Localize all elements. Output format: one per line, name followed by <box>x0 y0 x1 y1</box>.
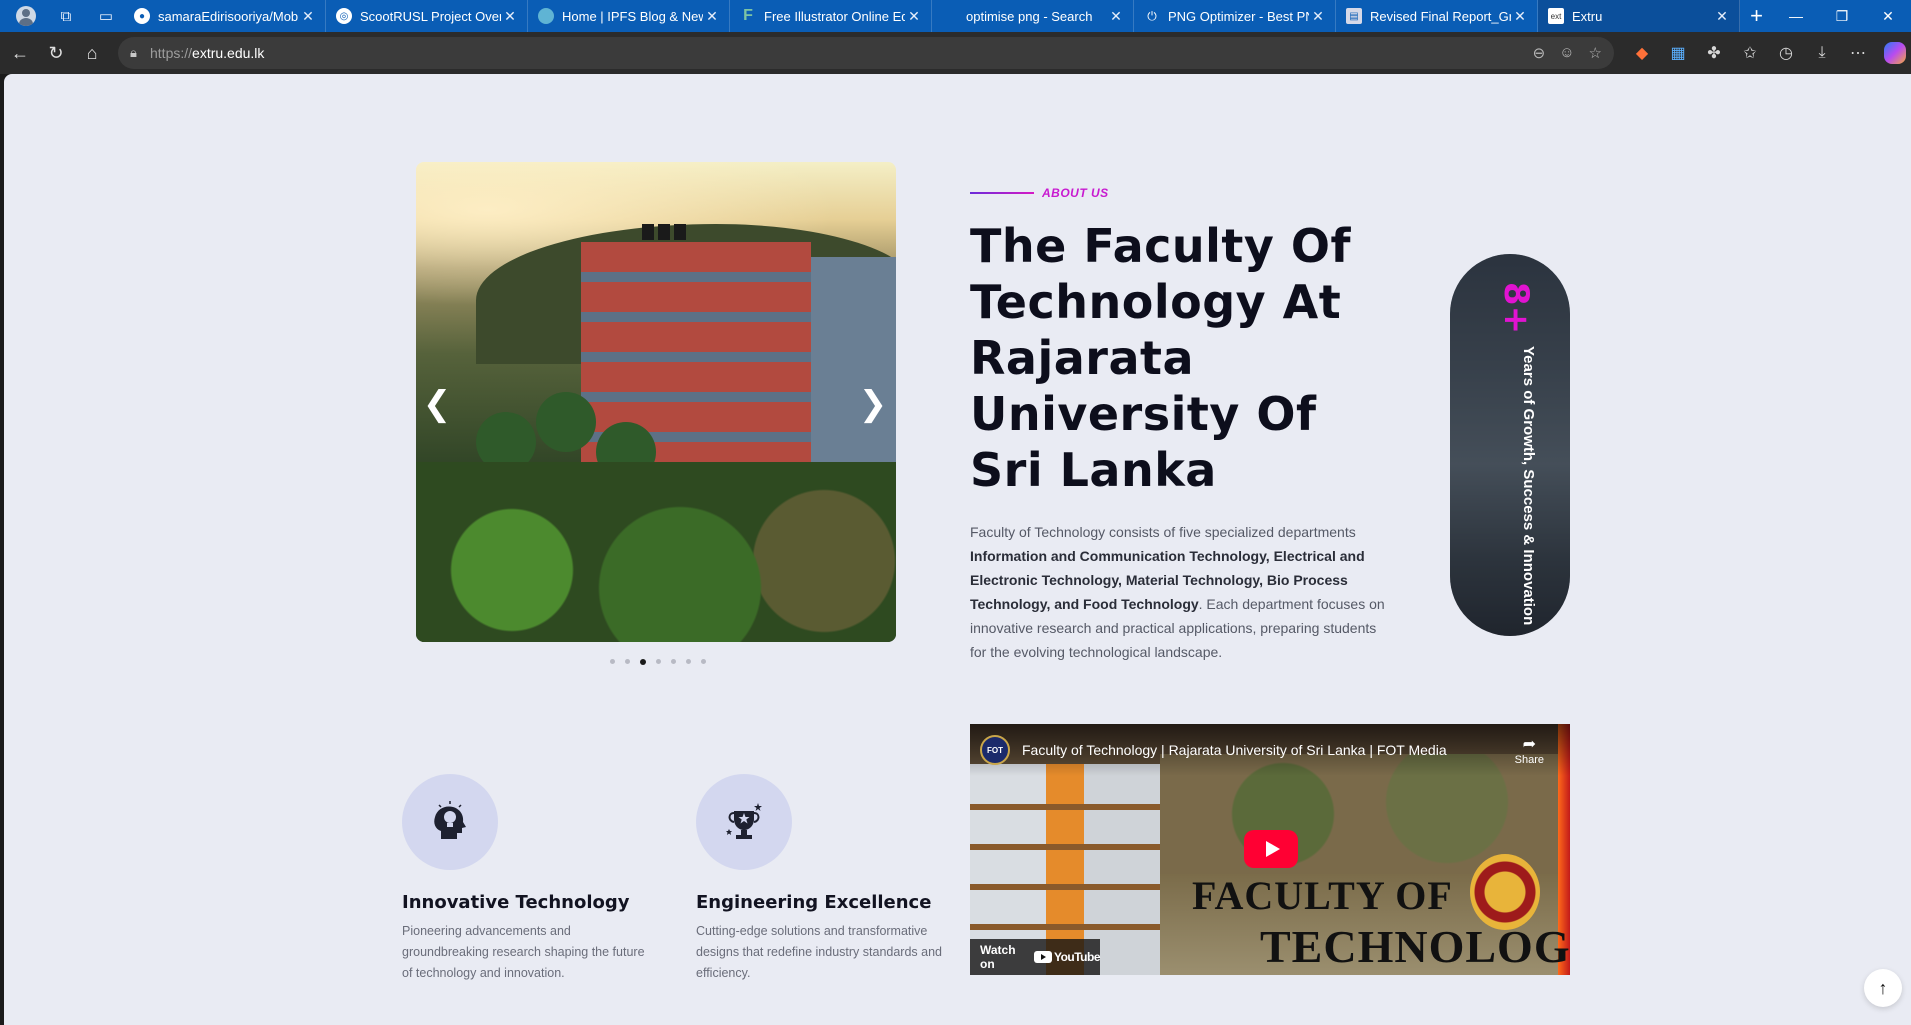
more-menu-icon[interactable]: ⋯ <box>1842 37 1874 69</box>
tab-github[interactable]: ● samaraEdirisooriya/Mobil ✕ <box>124 0 326 32</box>
zoom-icon[interactable]: ⊖ <box>1533 44 1546 62</box>
tab-png-optimizer[interactable]: ⏻ PNG Optimizer - Best PNG ✕ <box>1134 0 1336 32</box>
reader-icon[interactable]: ☺ <box>1559 44 1574 62</box>
restore-icon[interactable]: ❐ <box>1819 0 1865 32</box>
f-icon: F <box>743 7 753 24</box>
close-tab-icon[interactable]: ✕ <box>501 8 519 25</box>
youtube-video-embed[interactable]: FOT Faculty of Technology | Rajarata Uni… <box>970 724 1570 975</box>
years-number: 8+ <box>1496 281 1536 335</box>
home-icon[interactable]: ⌂ <box>74 35 110 71</box>
page-title: The Faculty Of Technology At Rajarata Un… <box>970 219 1351 497</box>
close-tab-icon[interactable]: ✕ <box>299 8 317 25</box>
close-tab-icon[interactable]: ✕ <box>1511 8 1529 25</box>
tab-extru[interactable]: ext Extru ✕ <box>1538 0 1740 32</box>
doc-icon: ▤ <box>1346 8 1362 24</box>
video-title[interactable]: Faculty of Technology | Rajarata Univers… <box>1022 742 1447 758</box>
search-icon <box>942 8 958 24</box>
tab-illustrator[interactable]: F Free Illustrator Online Edi ✕ <box>730 0 932 32</box>
feature-text: Pioneering advancements and groundbreaki… <box>402 924 645 980</box>
tab-search[interactable]: optimise png - Search ✕ <box>932 0 1134 32</box>
github-icon: ● <box>134 8 150 24</box>
tab-scootrusl[interactable]: ◎ ScootRUSL Project Overvi ✕ <box>326 0 528 32</box>
history-icon[interactable]: ◷ <box>1770 37 1802 69</box>
workspaces-icon[interactable]: ⧉ <box>48 0 84 32</box>
close-tab-icon[interactable]: ✕ <box>1107 8 1125 25</box>
tab-report[interactable]: ▤ Revised Final Report_Grou ✕ <box>1336 0 1538 32</box>
play-button[interactable] <box>1244 830 1298 868</box>
feature-innovative-technology: Innovative Technology Pioneering advance… <box>402 774 652 984</box>
carousel-dot[interactable] <box>625 659 630 664</box>
close-tab-icon[interactable]: ✕ <box>703 8 721 25</box>
favorites-icon[interactable]: ✩ <box>1734 37 1766 69</box>
carousel-next-arrow-icon[interactable]: ❯ <box>858 384 888 424</box>
browser-toolbar: ← ↻ ⌂ 🔒︎ https://extru.edu.lk ⊖ ☺ ☆ ◆ ▦ … <box>0 32 1911 74</box>
refresh-icon[interactable]: ↻ <box>38 35 74 71</box>
copilot-icon[interactable] <box>1884 42 1906 64</box>
address-bar[interactable]: 🔒︎ https://extru.edu.lk ⊖ ☺ ☆ <box>118 37 1614 69</box>
carousel-dot[interactable] <box>701 659 706 664</box>
watch-on-youtube-button[interactable]: Watch on YouTube <box>970 939 1101 975</box>
carousel-dot[interactable] <box>686 659 691 664</box>
share-arrow-icon: ➦ <box>1522 736 1537 753</box>
head-lightbulb-icon <box>402 774 498 870</box>
back-to-top-button[interactable]: ↑ <box>1864 969 1902 1007</box>
feature-title: Engineering Excellence <box>696 892 932 913</box>
url-text[interactable]: https://extru.edu.lk <box>150 45 264 61</box>
years-stat-card: 8+ Years of Growth, Success & Innovation <box>1450 254 1570 636</box>
close-tab-icon[interactable]: ✕ <box>1713 8 1731 25</box>
carousel-dot-active[interactable] <box>640 659 646 665</box>
about-us-label: About Us <box>1042 188 1109 198</box>
channel-avatar[interactable]: FOT <box>980 735 1010 765</box>
extru-icon: ext <box>1548 8 1564 24</box>
feature-text: Cutting-edge solutions and transformativ… <box>696 924 942 980</box>
png-icon: ⏻ <box>1147 8 1157 23</box>
university-emblem <box>1470 854 1540 930</box>
browser-tab-bar: ⧉ ▭ ● samaraEdirisooriya/Mobil ✕ ◎ Scoot… <box>0 0 1911 32</box>
section-eyebrow: About Us <box>970 188 1109 198</box>
new-tab-button[interactable]: + <box>1740 3 1773 29</box>
extension-colorpicker-icon[interactable]: ▦ <box>1662 37 1694 69</box>
extensions-puzzle-icon[interactable]: ✤ <box>1698 37 1730 69</box>
lock-icon[interactable]: 🔒︎ <box>130 45 150 61</box>
downloads-icon[interactable]: ⤓ <box>1806 37 1838 69</box>
profile-avatar[interactable] <box>8 0 44 32</box>
minimize-icon[interactable]: — <box>1773 0 1819 32</box>
extension-fox-icon[interactable]: ◆ <box>1626 37 1658 69</box>
youtube-logo-icon: YouTube <box>1033 950 1101 964</box>
years-caption: Years of Growth, Success & Innovation <box>1520 346 1537 626</box>
video-overlay-line1: FACULTY OF <box>1192 873 1453 918</box>
close-tab-icon[interactable]: ✕ <box>1309 8 1327 25</box>
close-window-icon[interactable]: ✕ <box>1865 0 1911 32</box>
close-tab-icon[interactable]: ✕ <box>905 8 923 25</box>
trophy-star-icon <box>696 774 792 870</box>
page-content: ❮ ❯ About Us The Faculty Of Technology A… <box>4 74 1911 1025</box>
favorite-star-icon[interactable]: ☆ <box>1589 44 1602 62</box>
about-description: Faculty of Technology consists of five s… <box>970 524 1385 660</box>
eyebrow-line <box>970 192 1034 194</box>
carousel-dots <box>610 659 706 665</box>
carousel-prev-arrow-icon[interactable]: ❮ <box>422 384 452 424</box>
feature-engineering-excellence: Engineering Excellence Cutting-edge solu… <box>696 774 946 984</box>
ipfs-icon <box>538 8 554 24</box>
tab-ipfs[interactable]: Home | IPFS Blog & News ✕ <box>528 0 730 32</box>
image-carousel[interactable]: ❮ ❯ <box>416 162 896 642</box>
carousel-dot[interactable] <box>656 659 661 664</box>
back-arrow-icon[interactable]: ← <box>2 35 38 71</box>
share-button[interactable]: ➦ Share <box>1515 734 1544 766</box>
video-overlay-line2: TECHNOLOGY <box>1260 921 1570 972</box>
feature-title: Innovative Technology <box>402 892 630 913</box>
carousel-dot[interactable] <box>610 659 615 664</box>
carousel-dot[interactable] <box>671 659 676 664</box>
openai-icon: ◎ <box>336 8 352 24</box>
tab-actions-icon[interactable]: ▭ <box>88 0 124 32</box>
